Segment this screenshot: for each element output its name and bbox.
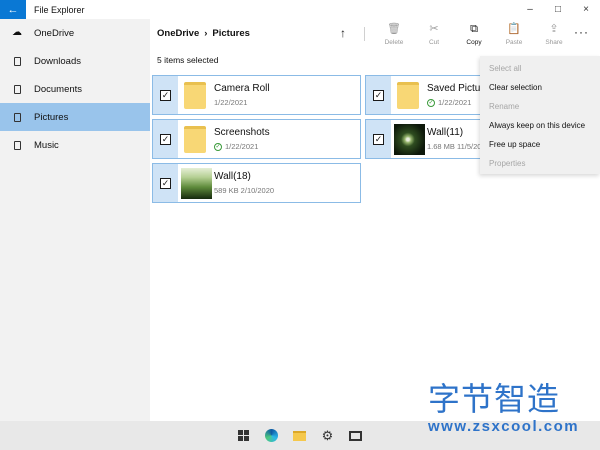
breadcrumb-separator-icon: ›	[204, 28, 208, 39]
share-label: Share	[545, 39, 563, 46]
synced-check-icon: ✓	[427, 98, 435, 107]
file-name: Camera Roll	[214, 83, 270, 94]
watermark-url: www.zsxcool.com	[428, 418, 580, 435]
watermark: 字节智造 www.zsxcool.com	[424, 374, 600, 444]
checkbox[interactable]: ✓	[373, 89, 384, 101]
folder-icon	[184, 82, 206, 109]
close-button[interactable]: ×	[572, 0, 600, 19]
file-explorer-icon[interactable]	[292, 428, 307, 443]
sidebar-item-music[interactable]: Music	[0, 131, 150, 159]
up-button[interactable]: ↑	[334, 24, 352, 42]
tile-checkbox-zone[interactable]: ✓	[153, 76, 178, 114]
tile-checkbox-zone[interactable]: ✓	[366, 120, 391, 158]
delete-button[interactable]: 🗑 Delete	[374, 22, 414, 46]
clipboard-icon: 📋	[507, 23, 521, 35]
sidebar-item-onedrive[interactable]: ☁ OneDrive	[0, 19, 150, 47]
file-detail: ✓ 1/22/2021	[214, 142, 259, 151]
more-options-menu: Select all Clear selection Rename Always…	[480, 56, 600, 174]
file-tile-camera-roll[interactable]: ✓ Camera Roll 1/22/2021	[152, 75, 361, 115]
file-tile-wall-18[interactable]: ✓ Wall(18) 589 KB 2/10/2020	[152, 163, 361, 203]
window-title: File Explorer	[34, 4, 85, 15]
paste-label: Paste	[505, 39, 523, 46]
windows-start-icon[interactable]	[236, 428, 251, 443]
sidebar-item-documents[interactable]: Documents	[0, 75, 150, 103]
share-button[interactable]: ⇪ Share	[534, 22, 574, 46]
checkbox[interactable]: ✓	[373, 133, 384, 145]
file-name: Screenshots	[214, 127, 270, 138]
menu-item-select-all[interactable]: Select all	[480, 59, 600, 78]
trash-icon: 🗑	[387, 23, 401, 35]
cloud-icon: ☁	[12, 27, 22, 38]
menu-item-free-up-space[interactable]: Free up space	[480, 135, 600, 154]
back-button[interactable]: ←	[0, 0, 26, 19]
menu-item-properties[interactable]: Properties	[480, 154, 600, 173]
breadcrumb: OneDrive › Pictures	[157, 28, 250, 39]
sidebar-item-label: Music	[34, 139, 59, 151]
menu-item-clear-selection[interactable]: Clear selection	[480, 78, 600, 97]
scissors-icon: ✂	[429, 23, 439, 35]
sidebar-item-downloads[interactable]: Downloads	[0, 47, 150, 75]
back-arrow-icon: ←	[7, 3, 19, 16]
window-controls: – □ ×	[516, 0, 600, 19]
file-tile-screenshots[interactable]: ✓ Screenshots ✓ 1/22/2021	[152, 119, 361, 159]
folder-icon	[184, 126, 206, 153]
sidebar: ☁ OneDrive Downloads Documents Pictures …	[0, 19, 150, 421]
image-thumbnail	[181, 168, 212, 199]
toolbar: 🗑 Delete ✂ Cut ⧉ Copy 📋 Paste ⇪ Share	[374, 22, 574, 46]
sidebar-item-pictures[interactable]: Pictures	[0, 103, 150, 131]
sidebar-item-label: Downloads	[34, 55, 81, 67]
ellipsis-icon: ···	[574, 25, 589, 39]
synced-check-icon: ✓	[214, 142, 222, 151]
file-icon	[10, 140, 24, 150]
breadcrumb-current: Pictures	[212, 28, 250, 39]
file-name: Wall(11)	[427, 127, 464, 138]
checkbox[interactable]: ✓	[160, 177, 171, 189]
settings-icon[interactable]: ⚙	[320, 428, 335, 443]
toolbar-divider	[364, 27, 365, 41]
file-detail: 589 KB 2/10/2020	[214, 186, 275, 195]
watermark-logo-text: 字节智造	[428, 380, 561, 418]
share-icon: ⇪	[549, 23, 559, 35]
up-arrow-icon: ↑	[340, 26, 346, 40]
tile-checkbox-zone[interactable]: ✓	[153, 120, 178, 158]
sidebar-item-label: OneDrive	[34, 27, 75, 39]
tile-checkbox-zone[interactable]: ✓	[153, 164, 178, 202]
title-bar: ← File Explorer – □ ×	[0, 0, 600, 19]
command-bar: OneDrive › Pictures ↑ 🗑 Delete ✂ Cut ⧉ C…	[150, 19, 600, 49]
checkbox[interactable]: ✓	[160, 89, 171, 101]
selection-status: 5 items selected	[157, 55, 219, 65]
file-detail: ✓ 1/22/2021	[427, 98, 472, 107]
more-options-button[interactable]: ···	[574, 25, 589, 39]
file-icon	[10, 112, 24, 122]
sidebar-item-label: Pictures	[34, 111, 69, 123]
cut-button[interactable]: ✂ Cut	[414, 22, 454, 46]
copy-label: Copy	[466, 39, 482, 46]
copy-icon: ⧉	[470, 23, 478, 35]
edge-icon[interactable]	[264, 428, 279, 443]
menu-item-always-keep[interactable]: Always keep on this device	[480, 116, 600, 135]
cut-label: Cut	[428, 39, 440, 46]
tile-checkbox-zone[interactable]: ✓	[366, 76, 391, 114]
menu-item-rename[interactable]: Rename	[480, 97, 600, 116]
copy-button[interactable]: ⧉ Copy	[454, 22, 494, 46]
folder-icon	[397, 82, 419, 109]
minimize-button[interactable]: –	[516, 0, 544, 19]
file-icon	[10, 84, 24, 94]
image-thumbnail	[394, 124, 425, 155]
delete-label: Delete	[384, 39, 404, 46]
maximize-button[interactable]: □	[544, 0, 572, 19]
checkbox[interactable]: ✓	[160, 133, 171, 145]
file-detail: 1/22/2021	[214, 98, 248, 107]
breadcrumb-root[interactable]: OneDrive	[157, 28, 199, 39]
file-icon	[10, 56, 24, 66]
sidebar-item-label: Documents	[34, 83, 83, 95]
task-view-icon[interactable]	[348, 428, 363, 443]
paste-button[interactable]: 📋 Paste	[494, 22, 534, 46]
file-name: Wall(18)	[214, 171, 251, 182]
